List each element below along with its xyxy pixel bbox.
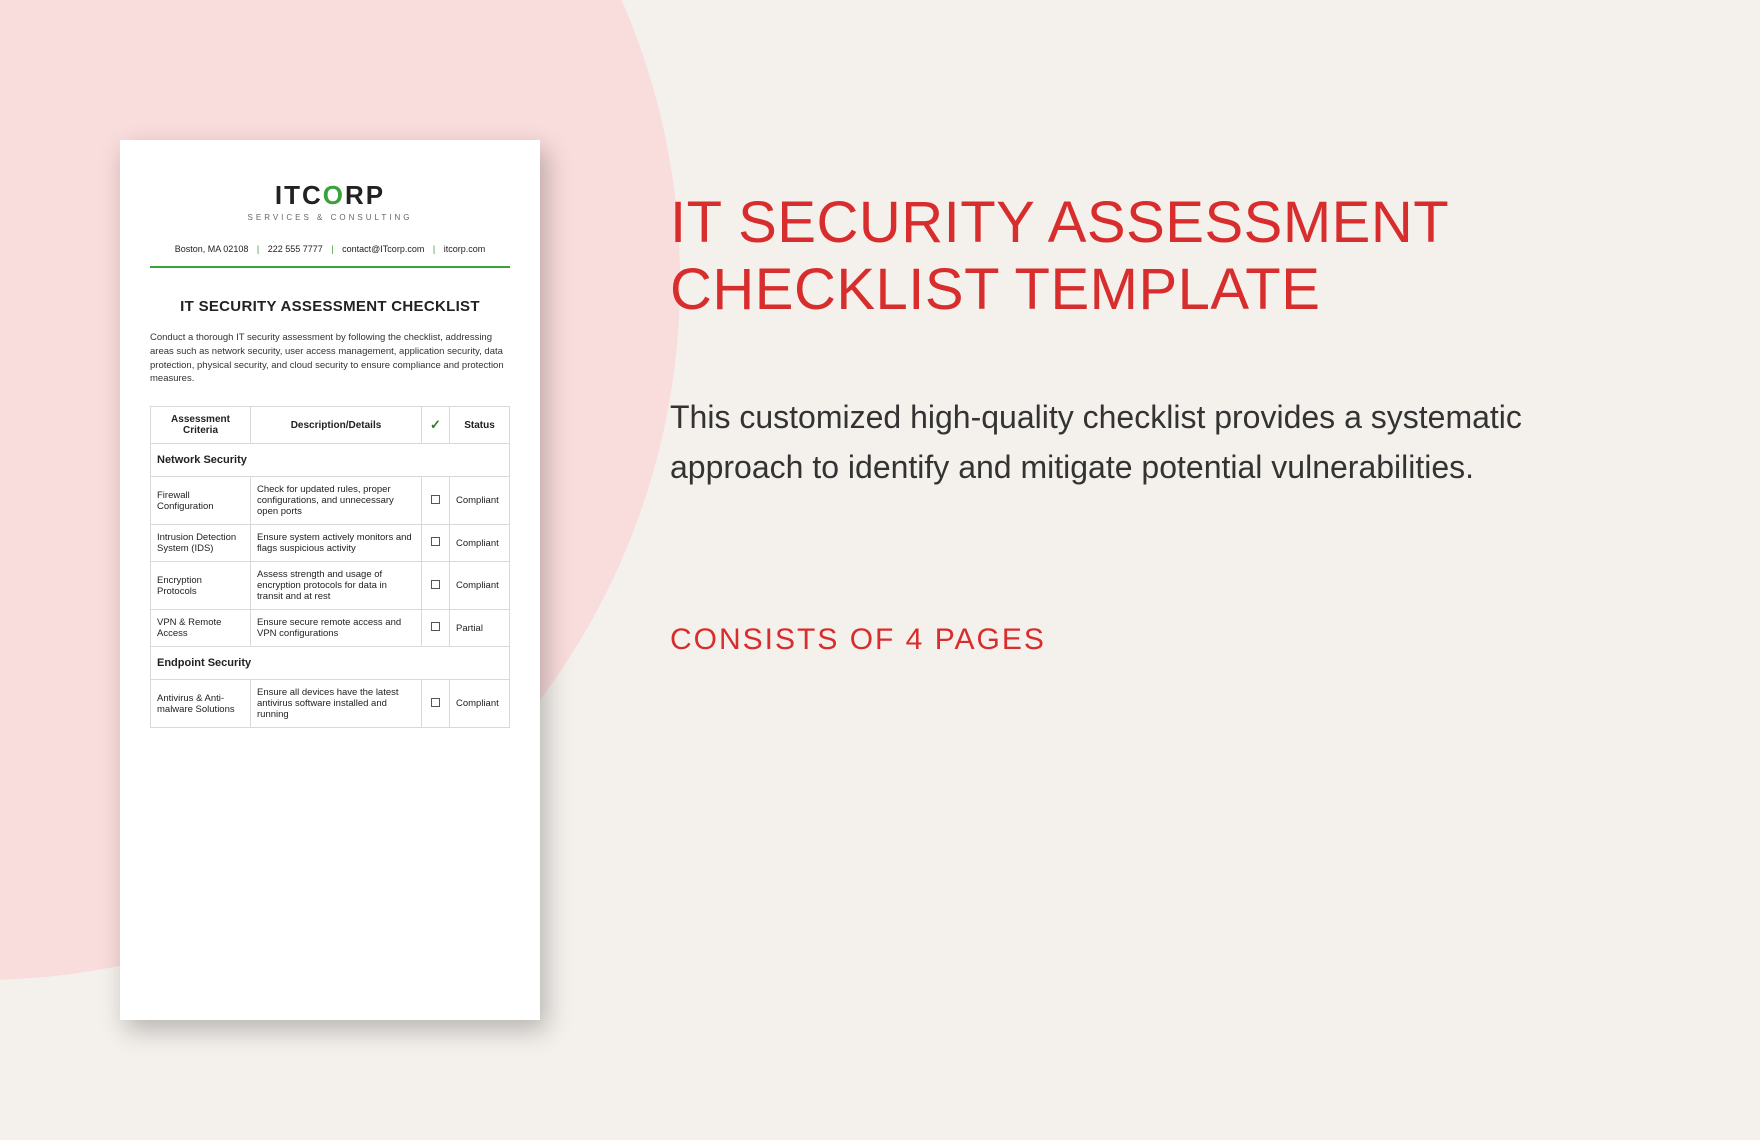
checkbox-icon	[431, 495, 440, 504]
divider	[150, 266, 510, 268]
section-header-row: Network Security	[151, 444, 510, 477]
cell-checkbox	[422, 562, 450, 610]
checkmark-icon: ✓	[430, 417, 441, 433]
logo-text: ITCORP	[150, 180, 510, 211]
logo-block: ITCORP SERVICES & CONSULTING	[150, 180, 510, 222]
separator: |	[331, 244, 333, 254]
promo-panel: IT SECURITY ASSESSMENT CHECKLIST TEMPLAT…	[670, 190, 1670, 657]
section-header-row: Endpoint Security	[151, 647, 510, 680]
assessment-table: Assessment Criteria Description/Details …	[150, 406, 510, 728]
cell-status: Compliant	[450, 477, 510, 525]
document-preview: ITCORP SERVICES & CONSULTING Boston, MA …	[120, 140, 540, 1020]
logo-part-it: IT	[275, 180, 302, 210]
table-row: Encryption Protocols Assess strength and…	[151, 562, 510, 610]
cell-checkbox	[422, 610, 450, 647]
col-header-check: ✓	[422, 407, 450, 444]
logo-part-o: O	[323, 180, 345, 210]
cell-checkbox	[422, 477, 450, 525]
cell-description: Ensure secure remote access and VPN conf…	[251, 610, 422, 647]
separator: |	[257, 244, 259, 254]
contact-phone: 222 555 7777	[268, 244, 323, 254]
checkbox-icon	[431, 580, 440, 589]
cell-criteria: Antivirus & Anti-malware Solutions	[151, 680, 251, 728]
checkbox-icon	[431, 537, 440, 546]
cell-status: Compliant	[450, 525, 510, 562]
promo-pages: CONSISTS OF 4 PAGES	[670, 623, 1670, 657]
table-row: Intrusion Detection System (IDS) Ensure …	[151, 525, 510, 562]
cell-checkbox	[422, 680, 450, 728]
cell-description: Assess strength and usage of encryption …	[251, 562, 422, 610]
cell-status: Partial	[450, 610, 510, 647]
promo-headline: IT SECURITY ASSESSMENT CHECKLIST TEMPLAT…	[670, 190, 1670, 323]
separator: |	[433, 244, 435, 254]
document-intro: Conduct a thorough IT security assessmen…	[150, 331, 510, 386]
logo-subtitle: SERVICES & CONSULTING	[150, 213, 510, 222]
cell-criteria: Intrusion Detection System (IDS)	[151, 525, 251, 562]
table-row: Antivirus & Anti-malware Solutions Ensur…	[151, 680, 510, 728]
col-header-description: Description/Details	[251, 407, 422, 444]
checkbox-icon	[431, 622, 440, 631]
cell-description: Check for updated rules, proper configur…	[251, 477, 422, 525]
cell-status: Compliant	[450, 562, 510, 610]
logo-part-c: C	[302, 180, 323, 210]
cell-checkbox	[422, 525, 450, 562]
logo-part-rp: RP	[345, 180, 385, 210]
cell-criteria: Encryption Protocols	[151, 562, 251, 610]
cell-description: Ensure all devices have the latest antiv…	[251, 680, 422, 728]
cell-description: Ensure system actively monitors and flag…	[251, 525, 422, 562]
table-row: Firewall Configuration Check for updated…	[151, 477, 510, 525]
section-name: Network Security	[151, 444, 510, 477]
contact-email: contact@ITcorp.com	[342, 244, 424, 254]
cell-status: Compliant	[450, 680, 510, 728]
col-header-criteria: Assessment Criteria	[151, 407, 251, 444]
document-title: IT SECURITY ASSESSMENT CHECKLIST	[150, 298, 510, 315]
contact-site: itcorp.com	[444, 244, 486, 254]
cell-criteria: Firewall Configuration	[151, 477, 251, 525]
section-name: Endpoint Security	[151, 647, 510, 680]
contact-city: Boston, MA 02108	[175, 244, 249, 254]
promo-subcopy: This customized high-quality checklist p…	[670, 393, 1550, 492]
checkbox-icon	[431, 698, 440, 707]
table-row: VPN & Remote Access Ensure secure remote…	[151, 610, 510, 647]
cell-criteria: VPN & Remote Access	[151, 610, 251, 647]
col-header-status: Status	[450, 407, 510, 444]
contact-line: Boston, MA 02108 | 222 555 7777 | contac…	[150, 244, 510, 254]
